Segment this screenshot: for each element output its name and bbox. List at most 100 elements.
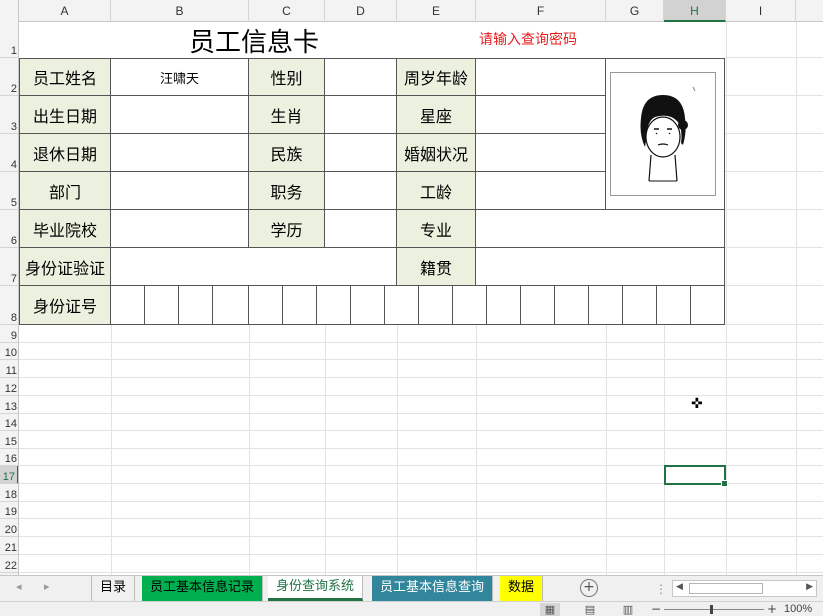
id-digit-cell[interactable] <box>623 286 657 325</box>
sheet-tab-data[interactable]: 数据 <box>500 576 544 601</box>
id-digit-cell[interactable] <box>589 286 623 325</box>
row-header-10[interactable]: 10 <box>0 343 18 360</box>
column-header-f[interactable]: F <box>476 0 606 22</box>
value-marital[interactable] <box>476 134 606 172</box>
page-layout-icon[interactable]: ▤ <box>580 603 600 616</box>
label-retire-date: 退休日期 <box>19 134 111 172</box>
row-header-2[interactable]: 2 <box>0 58 18 96</box>
value-major[interactable] <box>476 210 725 248</box>
scrollbar-thumb[interactable] <box>689 583 763 594</box>
label-id-number: 身份证号 <box>19 286 111 325</box>
value-zodiac[interactable] <box>325 96 397 134</box>
id-digit-cell[interactable] <box>351 286 385 325</box>
value-id-verify[interactable] <box>111 248 397 286</box>
value-birth-date[interactable] <box>111 96 249 134</box>
sheet-tab-employee-records[interactable]: 员工基本信息记录 <box>142 576 264 601</box>
id-digit-cell[interactable] <box>555 286 589 325</box>
horizontal-scrollbar[interactable]: ◀ ▶ <box>672 580 817 597</box>
value-department[interactable] <box>111 172 249 210</box>
row-header-15[interactable]: 15 <box>0 431 18 449</box>
id-digit-cell[interactable] <box>691 286 725 325</box>
id-digit-cell[interactable] <box>213 286 249 325</box>
scroll-right-icon[interactable]: ▶ <box>806 582 813 592</box>
zoom-out-icon[interactable]: − <box>651 602 661 616</box>
row-header-16[interactable]: 16 <box>0 449 18 466</box>
row-header-20[interactable]: 20 <box>0 519 18 537</box>
page-break-icon[interactable]: ▥ <box>618 603 638 616</box>
employee-photo[interactable] <box>610 72 716 196</box>
sheet-tab-employee-query[interactable]: 员工基本信息查询 <box>372 576 494 601</box>
column-header-h[interactable]: H <box>664 0 726 22</box>
row-header-7[interactable]: 7 <box>0 248 18 286</box>
zoom-in-icon[interactable]: + <box>767 602 777 616</box>
id-digit-cell[interactable] <box>521 286 555 325</box>
id-digit-cell[interactable] <box>657 286 691 325</box>
row-header-17[interactable]: 17 <box>0 466 18 484</box>
id-digit-cell[interactable] <box>487 286 521 325</box>
row-header-12[interactable]: 12 <box>0 378 18 396</box>
row-header-3[interactable]: 3 <box>0 96 18 134</box>
id-digit-cell[interactable] <box>385 286 419 325</box>
column-header-c[interactable]: C <box>249 0 325 22</box>
value-native-place[interactable] <box>476 248 725 286</box>
zoom-slider[interactable] <box>664 609 764 610</box>
row-header-8[interactable]: 8 <box>0 286 18 325</box>
row-header-11[interactable]: 11 <box>0 360 18 378</box>
label-department: 部门 <box>19 172 111 210</box>
id-digit-cell[interactable] <box>453 286 487 325</box>
row-header-5[interactable]: 5 <box>0 172 18 210</box>
id-digit-cell[interactable] <box>179 286 213 325</box>
id-digit-cell[interactable] <box>317 286 351 325</box>
column-header-i[interactable]: I <box>726 0 796 22</box>
id-digit-cell[interactable] <box>145 286 179 325</box>
value-seniority[interactable] <box>476 172 606 210</box>
active-cell-selection[interactable] <box>664 465 728 487</box>
worksheet-grid[interactable]: 员工信息卡 请输入查询密码 员工姓名 汪啸天 性别 周岁年龄 出生日期 生肖 星… <box>19 22 823 575</box>
normal-view-icon[interactable]: ▦ <box>540 603 560 616</box>
column-header-g[interactable]: G <box>606 0 664 22</box>
row-header-14[interactable]: 14 <box>0 414 18 431</box>
value-ethnicity[interactable] <box>325 134 397 172</box>
row-header-9[interactable]: 9 <box>0 325 18 343</box>
value-school[interactable] <box>111 210 249 248</box>
row-header-13[interactable]: 13 <box>0 396 18 414</box>
sheet-tab-catalog[interactable]: 目录 <box>91 576 136 601</box>
row-header-1[interactable]: 1 <box>0 22 18 58</box>
splitter-handle-icon[interactable]: ⋮ <box>655 582 667 596</box>
id-digit-cell[interactable] <box>283 286 317 325</box>
card-title: 员工信息卡 <box>188 27 319 58</box>
id-digit-cell[interactable] <box>111 286 145 325</box>
value-education[interactable] <box>325 210 397 248</box>
label-name: 员工姓名 <box>19 58 111 96</box>
value-position[interactable] <box>325 172 397 210</box>
prev-sheet-icon[interactable]: ◂ <box>16 580 22 593</box>
id-digit-cell[interactable] <box>419 286 453 325</box>
value-constellation[interactable] <box>476 96 606 134</box>
column-header-b[interactable]: B <box>111 0 249 22</box>
row-header-21[interactable]: 21 <box>0 537 18 555</box>
password-hint[interactable]: 请输入查询密码 <box>479 29 577 49</box>
label-zodiac: 生肖 <box>249 96 325 134</box>
value-gender[interactable] <box>325 58 397 96</box>
value-age[interactable] <box>476 58 606 96</box>
row-header-18[interactable]: 18 <box>0 484 18 502</box>
row-header-19[interactable]: 19 <box>0 502 18 519</box>
plus-circle-icon[interactable]: + <box>580 579 598 597</box>
zoom-level[interactable]: 100% <box>784 603 812 615</box>
select-all-corner[interactable] <box>0 0 19 22</box>
column-header-d[interactable]: D <box>325 0 397 22</box>
value-name[interactable]: 汪啸天 <box>111 58 249 96</box>
label-marital: 婚姻状况 <box>397 134 476 172</box>
label-education: 学历 <box>249 210 325 248</box>
sheet-tab-id-query[interactable]: 身份查询系统 <box>268 576 364 601</box>
next-sheet-icon[interactable]: ▸ <box>44 580 50 593</box>
row-header-4[interactable]: 4 <box>0 134 18 172</box>
row-header-22[interactable]: 22 <box>0 555 18 573</box>
column-header-a[interactable]: A <box>19 0 111 22</box>
zoom-slider-thumb[interactable] <box>710 605 713 614</box>
row-header-6[interactable]: 6 <box>0 210 18 248</box>
value-retire-date[interactable] <box>111 134 249 172</box>
id-digit-cell[interactable] <box>249 286 283 325</box>
scroll-left-icon[interactable]: ◀ <box>676 582 683 592</box>
column-header-e[interactable]: E <box>397 0 476 22</box>
